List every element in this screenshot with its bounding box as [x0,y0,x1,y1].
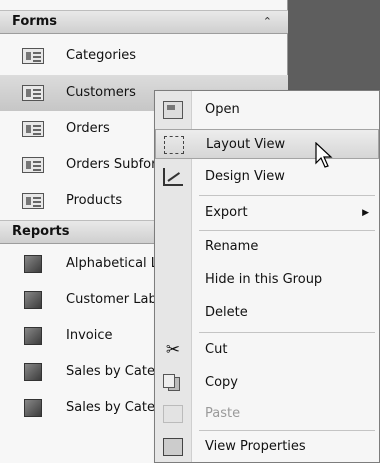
menu-separator [199,430,375,431]
menu-item-label: Design View [205,169,285,184]
menu-item-export[interactable]: Export ▶ [155,198,379,228]
submenu-arrow-icon: ▶ [362,208,369,218]
menu-item-label: Export [205,205,248,220]
form-icon [22,157,44,173]
menu-item-copy[interactable]: Copy [155,368,379,398]
menu-item-cut[interactable]: ✂ Cut [155,335,379,365]
nav-item-label: Customers [66,85,136,100]
layout-view-icon [164,136,184,154]
menu-item-view-properties[interactable]: View Properties [155,432,379,462]
menu-item-label: Open [205,102,240,117]
reports-header-label: Reports [12,224,70,239]
menu-item-layout-view[interactable]: Layout View [155,129,379,159]
report-icon [24,255,42,273]
forms-group-header[interactable]: Forms ⌃ [0,10,288,34]
menu-item-label: Cut [205,342,228,357]
menu-item-delete[interactable]: Delete [155,298,379,328]
menu-item-label: Paste [205,406,241,421]
menu-item-paste[interactable]: Paste [155,399,379,429]
forms-header-label: Forms [12,14,57,29]
menu-item-label: Rename [205,239,259,254]
nav-item-categories[interactable]: Categories [0,38,288,74]
report-icon [24,363,42,381]
menu-item-rename[interactable]: Rename [155,232,379,262]
menu-item-label: Hide in this Group [205,272,323,287]
menu-item-label: Layout View [206,137,286,152]
report-icon [24,291,42,309]
menu-separator [199,195,375,196]
form-icon [22,48,44,64]
scissors-icon: ✂ [165,340,181,360]
nav-item-label: Orders [66,121,110,136]
menu-item-open[interactable]: Open [155,95,379,125]
design-view-icon [163,168,183,186]
context-menu: Open Layout View Design View Export ▶ Re… [154,90,380,463]
form-icon [22,193,44,209]
menu-item-label: Copy [205,375,238,390]
open-icon [163,101,183,119]
report-icon [24,399,42,417]
paste-icon [163,405,183,423]
menu-separator [199,332,375,333]
form-icon [22,85,44,101]
menu-item-design-view[interactable]: Design View [155,162,379,192]
properties-icon [163,438,183,456]
menu-separator [199,230,375,231]
copy-icon [163,374,175,388]
mouse-cursor-icon [315,142,333,168]
collapse-icon[interactable]: ⌃ [263,11,272,33]
menu-item-hide-in-group[interactable]: Hide in this Group [155,265,379,295]
form-icon [22,121,44,137]
nav-item-label: Categories [66,48,137,63]
menu-item-label: Delete [205,305,248,320]
menu-item-label: View Properties [205,439,306,454]
report-icon [24,327,42,345]
nav-item-label: Invoice [66,328,113,343]
nav-item-label: Products [66,193,123,208]
